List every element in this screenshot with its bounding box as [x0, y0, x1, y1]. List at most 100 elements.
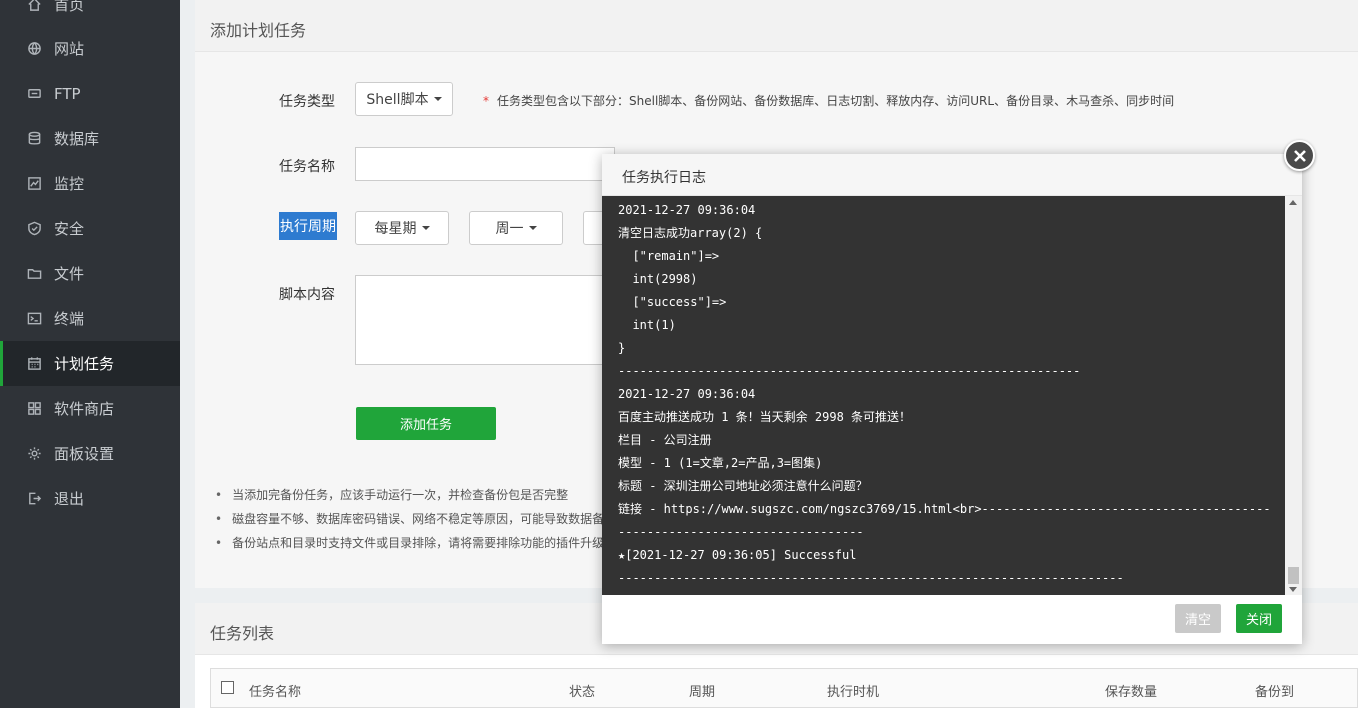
close-button[interactable]: 关闭 — [1236, 604, 1282, 633]
log-line: } — [618, 341, 626, 355]
ftp-icon — [26, 86, 42, 102]
scroll-up-arrow-icon[interactable] — [1289, 200, 1297, 205]
task-table-header: 任务名称 状态 周期 执行时机 保存数量 备份到 — [210, 668, 1358, 708]
weekday-value: 周一 — [495, 221, 524, 237]
scroll-down-arrow-icon[interactable] — [1289, 587, 1297, 592]
sidebar-item-label: 终端 — [54, 310, 85, 328]
sidebar-item-store[interactable]: 软件商店 — [0, 386, 180, 431]
log-line: 百度主动推送成功 1 条！当天剩余 2998 条可推送！ — [618, 410, 912, 424]
column-header[interactable]: 执行时机 — [827, 681, 879, 700]
log-line: 2021-12-27 09:36:04 — [618, 387, 756, 401]
sidebar-item-website[interactable]: 网站 — [0, 26, 180, 71]
task-list-title: 任务列表 — [210, 624, 275, 643]
note-item: 磁盘容量不够、数据库密码错误、网络不稳定等原因，可能导致数据备 — [215, 510, 604, 527]
dialog-footer: 清空 关闭 — [602, 595, 1302, 644]
close-icon — [1293, 149, 1306, 162]
sidebar-item-label: 首页 — [54, 0, 85, 14]
log-output[interactable]: 2021-12-27 09:36:04 清空日志成功array(2) { ["re… — [602, 196, 1302, 595]
sidebar-item-database[interactable]: 数据库 — [0, 116, 180, 161]
column-header[interactable]: 备份到 — [1255, 681, 1294, 700]
log-line: ["remain"]=> — [618, 249, 720, 263]
shield-icon — [26, 221, 42, 237]
log-line: 链接 - https://www.sugszc.com/ngszc3769/15… — [618, 502, 1271, 516]
sidebar-item-label: 安全 — [54, 220, 85, 238]
calendar-icon — [26, 356, 42, 372]
task-name-input[interactable] — [355, 147, 615, 181]
sidebar-item-label: 网站 — [54, 40, 85, 58]
grid-icon — [26, 401, 42, 417]
task-type-hint: * 任务类型包含以下部分：Shell脚本、备份网站、备份数据库、日志切割、释放内存… — [483, 92, 1174, 109]
log-line: 栏目 - 公司注册 — [618, 433, 712, 447]
task-log-dialog: 任务执行日志 2021-12-27 09:36:04 清空日志成功array(2)… — [602, 154, 1302, 644]
sidebar-item-label: 数据库 — [54, 130, 100, 148]
task-type-value: Shell脚本 — [366, 92, 429, 108]
clear-log-button[interactable]: 清空 — [1175, 604, 1221, 633]
dialog-title: 任务执行日志 — [622, 170, 706, 186]
column-header[interactable]: 周期 — [689, 681, 715, 700]
task-name-label: 任务名称 — [279, 159, 335, 175]
sidebar-item-label: 退出 — [54, 490, 85, 508]
scroll-thumb[interactable] — [1288, 567, 1299, 584]
panel-title: 添加计划任务 — [210, 21, 307, 40]
sidebar-item-logout[interactable]: 退出 — [0, 476, 180, 521]
sidebar-item-files[interactable]: 文件 — [0, 251, 180, 296]
sidebar-item-settings[interactable]: 面板设置 — [0, 431, 180, 476]
note-item: 备份站点和目录时支持文件或目录排除，请将需要排除功能的插件升级 — [215, 534, 604, 551]
log-line: ---------------------------------- — [618, 525, 864, 539]
required-star: * — [483, 94, 489, 108]
select-all-checkbox[interactable] — [221, 681, 234, 694]
task-type-dropdown[interactable]: Shell脚本 — [355, 82, 453, 116]
sidebar-item-security[interactable]: 安全 — [0, 206, 180, 251]
monitor-icon — [26, 176, 42, 192]
sidebar-item-monitor[interactable]: 监控 — [0, 161, 180, 206]
sidebar-item-label: 软件商店 — [54, 400, 115, 418]
log-line: 模型 - 1 (1=文章,2=产品,3=图集) — [618, 456, 823, 470]
log-lines: 2021-12-27 09:36:04 清空日志成功array(2) { ["re… — [618, 199, 1283, 590]
script-textarea[interactable] — [355, 275, 615, 365]
logout-icon — [26, 491, 42, 507]
sidebar-item-terminal[interactable]: 终端 — [0, 296, 180, 341]
home-icon — [26, 0, 42, 13]
sidebar-item-home[interactable]: 首页 — [0, 0, 180, 27]
cycle-label: 执行周期 — [279, 212, 337, 240]
log-line: ["success"]=> — [618, 295, 727, 309]
caret-down-icon — [421, 226, 430, 230]
log-line: ----------------------------------------… — [618, 364, 1081, 378]
dialog-header: 任务执行日志 — [602, 154, 1302, 196]
column-header[interactable]: 任务名称 — [249, 681, 301, 700]
log-line: int(1) — [618, 318, 676, 332]
log-scrollbar[interactable] — [1285, 196, 1302, 595]
cycle-value: 每星期 — [374, 221, 417, 237]
log-line: ★[2021-12-27 09:36:05] Successful — [618, 548, 857, 562]
sidebar-item-label: FTP — [54, 84, 81, 103]
script-label: 脚本内容 — [279, 287, 335, 303]
caret-down-icon — [433, 97, 442, 101]
sidebar: 首页 网站 FTP 数据库 监控 安全 文件 终端 计划任务 软件商店 面板设置 — [0, 0, 180, 708]
terminal-icon — [26, 311, 42, 327]
cycle-dropdown[interactable]: 每星期 — [355, 211, 449, 245]
log-line: 标题 - 深圳注册公司地址必须注意什么问题？ — [618, 479, 868, 493]
column-header[interactable]: 状态 — [569, 681, 595, 700]
task-type-label: 任务类型 — [279, 94, 335, 110]
sidebar-item-label: 监控 — [54, 175, 85, 193]
weekday-dropdown[interactable]: 周一 — [469, 211, 563, 245]
task-type-hint-text: 任务类型包含以下部分：Shell脚本、备份网站、备份数据库、日志切割、释放内存、… — [497, 94, 1175, 108]
panel-header: 添加计划任务 — [195, 0, 1358, 52]
database-icon — [26, 131, 42, 147]
sidebar-item-ftp[interactable]: FTP — [0, 71, 180, 116]
column-header[interactable]: 保存数量 — [1105, 681, 1157, 700]
caret-down-icon — [528, 226, 537, 230]
log-line: int(2998) — [618, 272, 698, 286]
sidebar-item-cron[interactable]: 计划任务 — [0, 341, 180, 386]
sidebar-item-label: 文件 — [54, 265, 85, 283]
note-item: 当添加完备份任务，应该手动运行一次，并检查备份包是否完整 — [215, 486, 568, 503]
sidebar-item-label: 面板设置 — [54, 445, 115, 463]
globe-icon — [26, 41, 42, 57]
log-line: 2021-12-27 09:36:04 — [618, 203, 756, 217]
folder-icon — [26, 266, 42, 282]
dialog-close-button[interactable] — [1284, 140, 1315, 171]
add-task-button[interactable]: 添加任务 — [356, 407, 496, 440]
sidebar-item-label: 计划任务 — [54, 355, 115, 373]
log-line: 清空日志成功array(2) { — [618, 226, 763, 240]
log-line: ----------------------------------------… — [618, 571, 1124, 585]
